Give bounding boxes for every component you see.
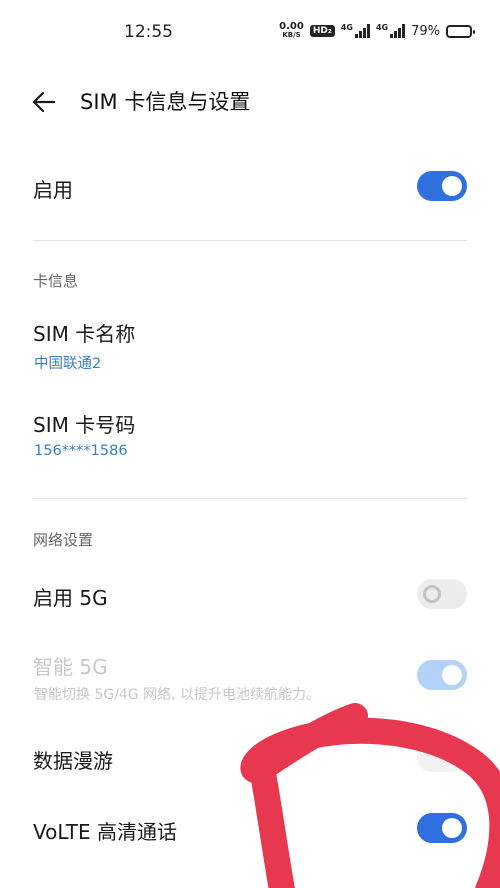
data-roaming-label: 数据漫游	[33, 749, 113, 773]
data-roaming-toggle[interactable]	[417, 742, 467, 772]
network-speed-indicator: 0.00 KB/S	[279, 22, 304, 40]
network-section-label: 网络设置	[33, 531, 94, 549]
card-info-section-label: 卡信息	[33, 272, 79, 290]
smart-5g-toggle[interactable]	[417, 660, 467, 690]
app-bar: SIM 卡信息与设置	[0, 72, 500, 132]
status-bar: 12:55 0.00 KB/S HD₂ 4G 4G 79%	[0, 0, 500, 66]
signal-strength-icon-2: 4G	[376, 24, 406, 38]
divider	[33, 498, 467, 499]
network-speed-value: 0.00	[279, 21, 304, 32]
smart-5g-description: 智能切换 5G/4G 网络, 以提升电池续航能力。	[34, 687, 321, 703]
status-icons: 0.00 KB/S HD₂ 4G 4G 79%	[279, 22, 475, 40]
network-speed-unit: KB/S	[282, 31, 301, 39]
hd-voice-icon: HD₂	[309, 25, 335, 37]
status-time: 12:55	[124, 22, 173, 42]
enable-sim-label: 启用	[33, 178, 73, 202]
sim-number-value: 156****1586	[34, 443, 128, 459]
smart-5g-label: 智能 5G	[33, 655, 108, 679]
divider	[33, 240, 467, 241]
volte-label: VoLTE 高清通话	[33, 820, 177, 844]
sim-name-value: 中国联通2	[34, 356, 102, 372]
volte-toggle[interactable]	[417, 813, 467, 843]
enable-sim-toggle[interactable]	[417, 171, 467, 201]
battery-percent: 79%	[411, 23, 440, 39]
page-title: SIM 卡信息与设置	[80, 90, 251, 114]
sim-name-label: SIM 卡名称	[33, 322, 136, 346]
arrow-left-icon[interactable]	[30, 88, 58, 116]
enable-5g-toggle[interactable]	[417, 579, 467, 609]
enable-5g-label: 启用 5G	[33, 586, 108, 610]
signal-strength-icon-1: 4G	[341, 24, 370, 38]
battery-icon	[446, 24, 475, 38]
sim-number-label: SIM 卡号码	[33, 413, 136, 437]
